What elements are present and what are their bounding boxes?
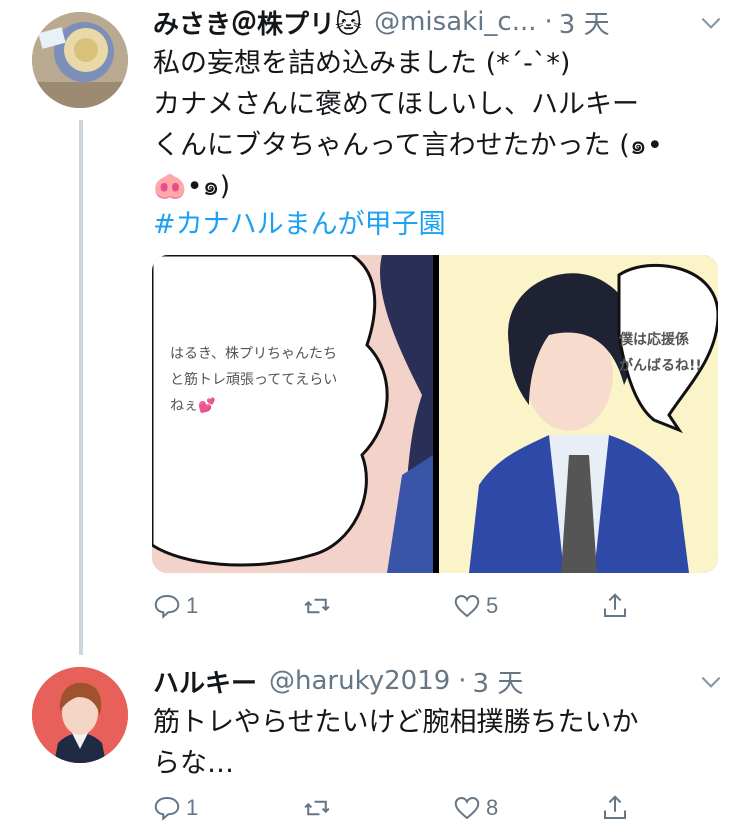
chevron-down-icon[interactable] — [698, 10, 724, 36]
speech-bubble-text: はるき、株プリちゃんたち と筋トレ頑張っててえらい ねぇ💕 — [170, 346, 338, 414]
reply-icon — [154, 796, 180, 821]
heart-icon — [454, 594, 480, 618]
display-name[interactable]: みさき＠株プリ🐱 — [153, 4, 362, 41]
reply-count: 1 — [186, 795, 199, 820]
tweet-media-image[interactable]: はるき、株プリちゃんたち と筋トレ頑張っててえらい ねぇ💕 僕は応援係 がんばる… — [152, 255, 718, 573]
comic-panel-right: 僕は応援係 がんばるね!! — [439, 255, 718, 573]
reply-button[interactable]: 1 — [152, 588, 198, 624]
tweet-header: ハルキー @haruky2019 · 3 天 — [153, 663, 523, 699]
like-count: 8 — [486, 795, 499, 820]
retweet-button[interactable] — [302, 790, 336, 826]
timestamp[interactable]: 3 天 — [473, 663, 524, 700]
separator-dot: · — [458, 666, 467, 696]
thread-connector-line — [79, 120, 83, 655]
avatar-image — [32, 12, 128, 108]
share-button[interactable] — [600, 588, 630, 624]
timestamp[interactable]: 3 天 — [559, 4, 610, 41]
comic-panel-left: はるき、株プリちゃんたち と筋トレ頑張っててえらい ねぇ💕 — [152, 255, 433, 573]
user-handle[interactable]: @misaki_c... — [374, 7, 536, 37]
reply-icon — [154, 594, 180, 619]
tweet-text: 私の妄想を詰め込みました (*´-`*) カナメさんに褒めてほしいし、ハルキー … — [153, 48, 663, 202]
tweet-text: 筋トレやらせたいけど腕相撲勝ちたいか らな… — [153, 707, 639, 779]
speech-bubble-text: 僕は応援係 がんばるね!! — [619, 332, 702, 374]
like-button[interactable]: 5 — [452, 588, 498, 624]
hashtag-link[interactable]: #カナハルまんが甲子園 — [153, 202, 446, 241]
heart-icon — [454, 796, 480, 820]
avatar[interactable] — [32, 667, 128, 763]
separator-dot: · — [544, 7, 553, 37]
tweet-header: みさき＠株プリ🐱 @misaki_c... · 3 天 — [153, 4, 610, 40]
retweet-icon — [304, 598, 330, 614]
avatar[interactable] — [32, 12, 128, 108]
avatar-image — [32, 667, 128, 763]
like-button[interactable]: 8 — [452, 790, 498, 826]
share-button[interactable] — [600, 790, 630, 826]
share-icon — [604, 795, 626, 819]
retweet-button[interactable] — [302, 588, 336, 624]
chevron-down-icon[interactable] — [698, 669, 724, 695]
reply-button[interactable]: 1 — [152, 790, 198, 826]
user-handle[interactable]: @haruky2019 — [269, 666, 450, 696]
display-name[interactable]: ハルキー — [153, 663, 257, 700]
tweet-actions: 1 8 — [152, 790, 712, 826]
share-icon — [604, 593, 626, 617]
comic-art-right — [439, 255, 718, 573]
like-count: 5 — [486, 593, 499, 618]
reply-count: 1 — [186, 593, 199, 618]
tweet-actions: 1 5 — [152, 588, 712, 624]
retweet-icon — [304, 800, 330, 816]
